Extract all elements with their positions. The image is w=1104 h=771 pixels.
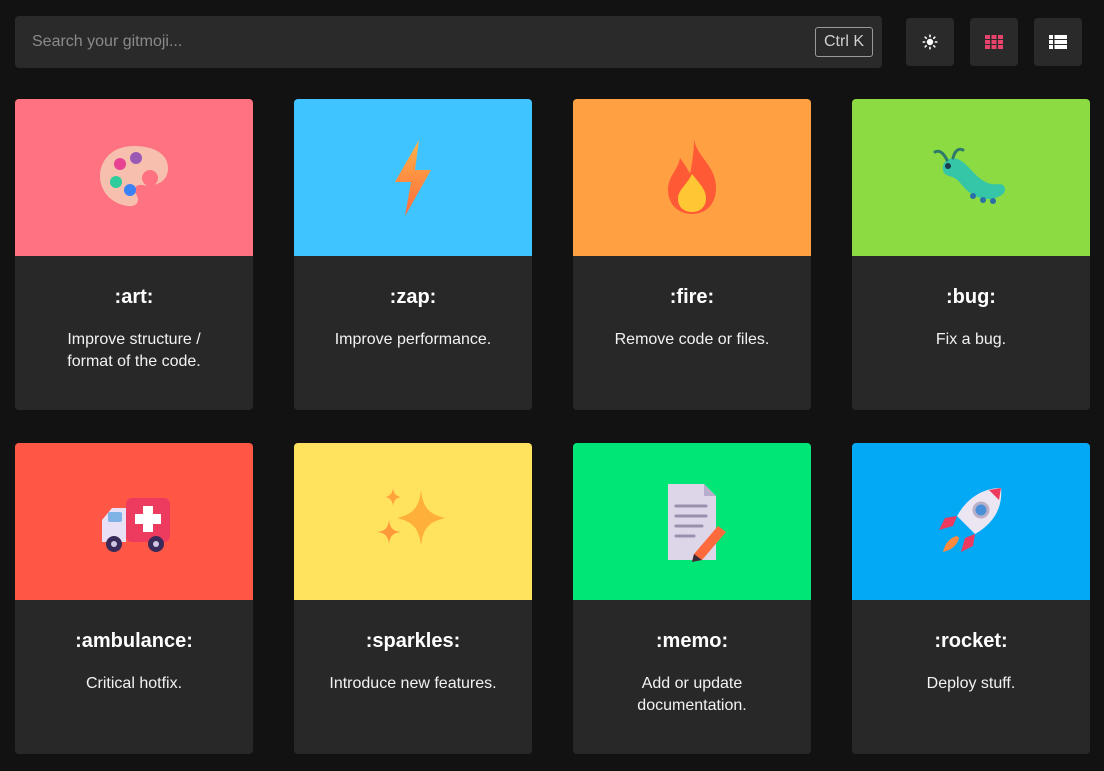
gitmoji-code: :sparkles: [365, 630, 461, 652]
gitmoji-description: Improve performance. [334, 331, 492, 348]
gitmoji-code: :ambulance: [75, 630, 193, 652]
keyboard-shortcut-hint: Ctrl K [815, 27, 873, 57]
ambulance-icon [102, 497, 170, 552]
gitmoji-code: :memo: [655, 630, 729, 652]
gitmoji-code: :art: [114, 286, 154, 308]
gitmoji-card-fire[interactable]: :fire: Remove code or files. [573, 99, 811, 410]
gitmoji-code: :rocket: [934, 630, 1008, 652]
gitmoji-code: :zap: [389, 286, 437, 308]
lightning-icon [395, 139, 431, 216]
gitmoji-description: Remove code or files. [614, 331, 770, 348]
card-emoji-area [15, 443, 253, 600]
card-emoji-area [852, 99, 1090, 256]
grid-view-button[interactable] [970, 18, 1018, 66]
gitmoji-card-bug[interactable]: :bug: Fix a bug. [852, 99, 1090, 410]
palette-icon [100, 145, 168, 206]
theme-toggle-button[interactable] [906, 18, 954, 66]
memo-icon [668, 483, 726, 562]
gitmoji-description: Deploy stuff. [926, 675, 1016, 692]
search-box[interactable]: Ctrl K [15, 16, 882, 68]
gitmoji-card-memo[interactable]: :memo: Add or update documentation. [573, 443, 811, 754]
list-icon [1049, 35, 1067, 49]
card-emoji-area [573, 99, 811, 256]
rocket-icon [939, 487, 1002, 552]
card-emoji-area [15, 99, 253, 256]
card-emoji-area [294, 99, 532, 256]
grid-icon [985, 35, 1003, 49]
gitmoji-code: :fire: [669, 286, 715, 308]
gitmoji-description: Improve structure / format of the code. [67, 331, 201, 370]
top-bar: Ctrl K [15, 16, 1082, 68]
gitmoji-card-art[interactable]: :art: Improve structure / format of the … [15, 99, 253, 410]
fire-icon [668, 139, 716, 214]
gitmoji-card-rocket[interactable]: :rocket: Deploy stuff. [852, 443, 1090, 754]
gitmoji-card-ambulance[interactable]: :ambulance: Critical hotfix. [15, 443, 253, 754]
search-input[interactable] [15, 16, 795, 68]
card-emoji-area [852, 443, 1090, 600]
card-emoji-area [294, 443, 532, 600]
gitmoji-card-zap[interactable]: :zap: Improve performance. [294, 99, 532, 410]
bug-icon [933, 147, 1006, 204]
gitmoji-description: Critical hotfix. [85, 675, 183, 692]
sparkles-icon [377, 487, 445, 546]
list-view-button[interactable] [1034, 18, 1082, 66]
gitmoji-description: Add or update documentation. [637, 675, 747, 714]
sun-icon [922, 34, 938, 50]
card-emoji-area [573, 443, 811, 600]
gitmoji-code: :bug: [946, 286, 996, 308]
gitmoji-description: Introduce new features. [329, 675, 497, 692]
gitmoji-description: Fix a bug. [935, 331, 1007, 348]
gitmoji-card-sparkles[interactable]: :sparkles: Introduce new features. [294, 443, 532, 754]
